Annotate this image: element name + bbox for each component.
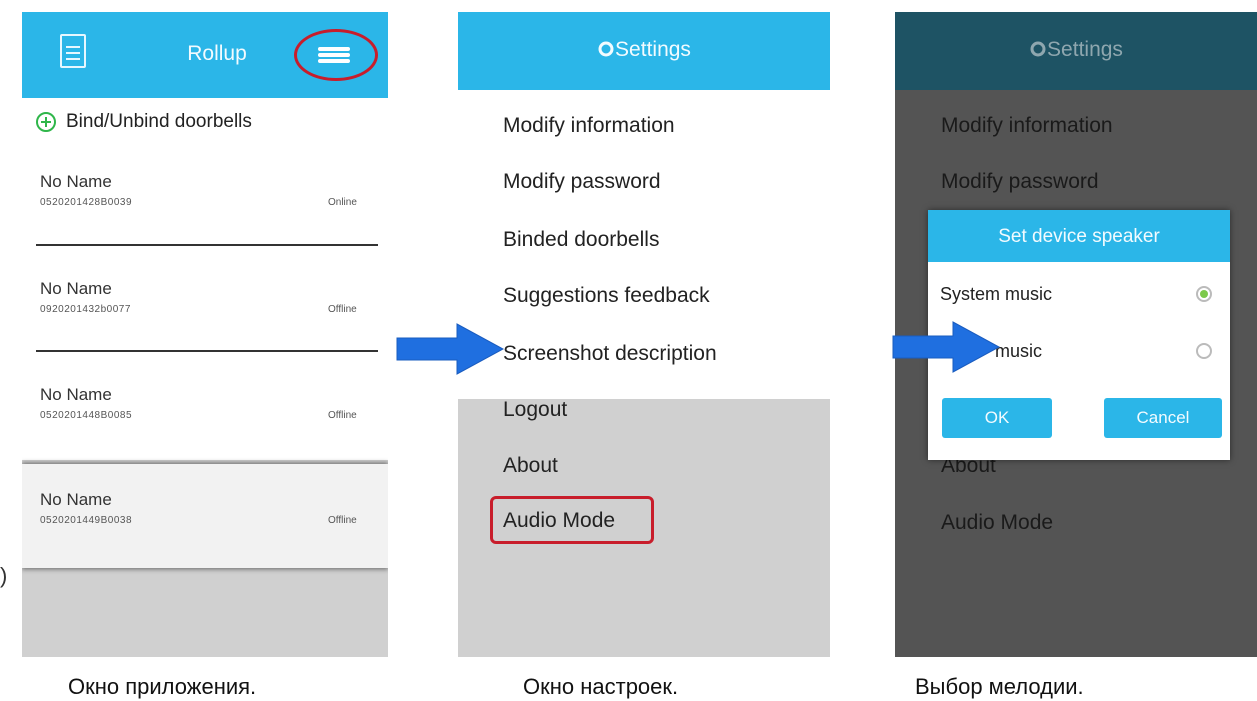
settings-top-bar: Settings bbox=[458, 12, 830, 90]
settings-window-screenshot: Settings Modify information Modify passw… bbox=[458, 12, 830, 657]
menu-item-screenshot-description[interactable]: Screenshot description bbox=[503, 342, 717, 366]
device-status: Offline bbox=[328, 410, 357, 421]
device-status: Online bbox=[328, 197, 357, 208]
app-window-screenshot: Rollup Bind/Unbind doorbells No Name 052… bbox=[22, 12, 388, 657]
menu-item-audio-mode[interactable]: Audio Mode bbox=[503, 509, 615, 533]
device-serial: 0520201428B0039 bbox=[40, 197, 133, 208]
device-list-item-selected[interactable]: No Name 0520201449B0038 Offline bbox=[22, 464, 388, 568]
ok-button[interactable]: OK bbox=[942, 398, 1052, 438]
device-serial: 0520201448B0085 bbox=[40, 410, 133, 421]
caption-settings-window: Окно настроек. bbox=[523, 674, 679, 699]
device-status: Offline bbox=[328, 515, 357, 526]
caption-app-window: Окно приложения. bbox=[68, 674, 257, 699]
device-list-item[interactable]: No Name 0520201428B0039 Online bbox=[22, 172, 388, 232]
settings-top-bar-dimmed: Settings bbox=[895, 12, 1257, 90]
radio-selected-icon[interactable] bbox=[1196, 286, 1212, 302]
plus-circle-icon bbox=[36, 112, 56, 132]
hamburger-menu-icon[interactable] bbox=[318, 45, 350, 65]
device-status: Offline bbox=[328, 304, 357, 315]
app-top-bar: Rollup bbox=[22, 12, 388, 98]
option-system-music[interactable]: System music bbox=[940, 284, 1052, 305]
device-name: No Name bbox=[40, 385, 112, 404]
device-name: No Name bbox=[40, 490, 112, 509]
app-title: Rollup bbox=[187, 42, 247, 65]
radio-unselected-icon[interactable] bbox=[1196, 343, 1212, 359]
menu-item-logout[interactable]: Logout bbox=[503, 398, 567, 422]
menu-item-modify-information: Modify information bbox=[941, 114, 1113, 137]
menu-item-audio-mode: Audio Mode bbox=[941, 511, 1054, 534]
gear-icon bbox=[598, 41, 614, 57]
option-music[interactable]: music bbox=[995, 341, 1042, 362]
device-list-item[interactable]: No Name 0520201448B0085 Offline bbox=[22, 385, 388, 445]
menu-item-modify-password: Modify password bbox=[941, 170, 1099, 193]
device-serial: 0520201449B0038 bbox=[40, 515, 133, 526]
bind-unbind-label: Bind/Unbind doorbells bbox=[66, 111, 252, 132]
edge-fragment: ) bbox=[0, 563, 8, 588]
gear-icon bbox=[1030, 41, 1046, 57]
menu-item-about[interactable]: About bbox=[503, 454, 558, 478]
menu-item-suggestions-feedback[interactable]: Suggestions feedback bbox=[503, 284, 710, 308]
menu-item-modify-information[interactable]: Modify information bbox=[503, 114, 675, 138]
divider bbox=[36, 350, 378, 352]
arrow-right-icon bbox=[892, 321, 1001, 373]
device-serial: 0920201432b0077 bbox=[40, 304, 131, 315]
caption-melody-selection: Выбор мелодии. bbox=[915, 674, 1084, 699]
settings-title: Settings bbox=[458, 38, 830, 62]
divider bbox=[36, 244, 378, 246]
settings-title-dimmed: Settings bbox=[895, 38, 1257, 62]
bind-unbind-button[interactable]: Bind/Unbind doorbells bbox=[36, 108, 252, 136]
device-list-item[interactable]: No Name 0920201432b0077 Offline bbox=[22, 279, 388, 339]
cancel-button[interactable]: Cancel bbox=[1104, 398, 1222, 438]
menu-item-modify-password[interactable]: Modify password bbox=[503, 170, 661, 194]
document-icon[interactable] bbox=[60, 34, 86, 68]
dialog-title: Set device speaker bbox=[928, 210, 1230, 262]
device-name: No Name bbox=[40, 279, 112, 298]
arrow-right-icon bbox=[396, 323, 505, 375]
device-name: No Name bbox=[40, 172, 112, 191]
menu-item-binded-doorbells[interactable]: Binded doorbells bbox=[503, 228, 659, 252]
